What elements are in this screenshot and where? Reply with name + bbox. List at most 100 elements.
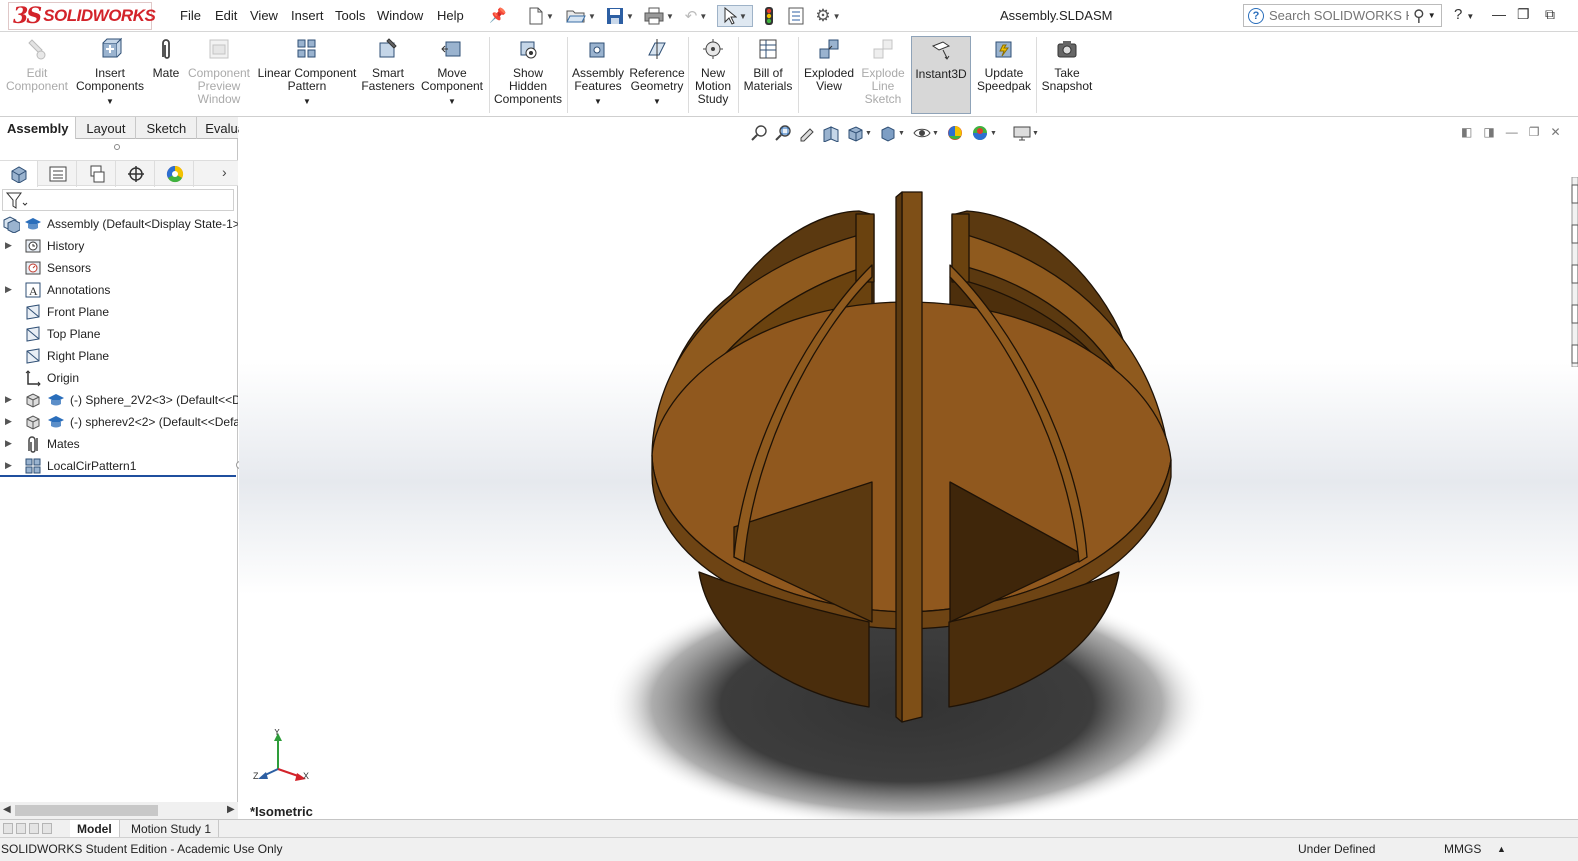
next-tab-arrow-icon[interactable] (29, 823, 39, 834)
save-button[interactable]: ▼ (603, 5, 637, 27)
expand-arrow-icon[interactable]: ▶ (5, 284, 12, 295)
restore-icon: ❐ (1517, 6, 1530, 22)
tree-item-spherev2[interactable]: ▶ (-) spherev2<2> (Default<<Defa (0, 411, 238, 433)
move-component-button[interactable]: Move Component ▼ (419, 36, 485, 114)
display-manager-tab[interactable] (156, 161, 194, 187)
units-status[interactable]: MMGS (1444, 842, 1481, 856)
units-chevron-up-icon[interactable]: ▲ (1497, 844, 1506, 854)
feature-manager-tab[interactable] (0, 161, 38, 187)
tab-model[interactable]: Model (70, 820, 120, 838)
update-speedpak-button[interactable]: Update Speedpak (975, 36, 1033, 114)
edit-component-button[interactable]: Edit Component (4, 36, 70, 114)
menu-file[interactable]: File (180, 8, 201, 23)
component-preview-window-button[interactable]: Component Preview Window (186, 36, 252, 114)
expand-arrow-icon[interactable]: ▶ (5, 240, 12, 251)
open-folder-icon (566, 10, 586, 23)
move-component-label: Move Component (420, 66, 484, 93)
scroll-right-arrow-icon[interactable]: ▶ (227, 804, 235, 815)
tree-item-front-plane[interactable]: Front Plane (0, 301, 238, 323)
scroll-left-arrow-icon[interactable]: ◀ (3, 804, 11, 815)
menu-window[interactable]: Window (377, 8, 423, 23)
new-motion-study-button[interactable]: New Motion Study (691, 36, 735, 114)
last-tab-arrow-icon[interactable] (42, 823, 52, 834)
tree-item-mates[interactable]: ▶ Mates (0, 433, 238, 455)
tab-layout[interactable]: Layout (76, 117, 137, 139)
configuration-manager-tab[interactable] (78, 161, 116, 187)
open-document-button[interactable]: ▼ (563, 5, 599, 27)
move-component-icon (439, 36, 465, 62)
select-button[interactable]: ▼ (717, 5, 753, 27)
rollback-bar[interactable] (0, 475, 236, 477)
options-button[interactable]: ⚙ ▼ (810, 5, 846, 27)
linear-component-pattern-button[interactable]: Linear Component Pattern ▼ (256, 36, 358, 114)
tree-filter-box[interactable] (2, 189, 234, 211)
expand-arrow-icon[interactable]: ▶ (5, 416, 12, 427)
menu-view[interactable]: View (250, 8, 278, 23)
tree-item-annotations[interactable]: ▶ A Annotations (0, 279, 238, 301)
expand-arrow-icon[interactable]: ▶ (5, 460, 12, 471)
file-properties-button[interactable] (785, 5, 807, 27)
linear-pattern-chevron-icon[interactable]: ▼ (303, 95, 311, 108)
new-document-button[interactable]: ▼ (527, 5, 555, 27)
panel-grip-handle[interactable] (114, 144, 120, 150)
menu-insert[interactable]: Insert (291, 8, 324, 23)
cascade-window-button[interactable]: ⧉ (1545, 6, 1555, 23)
show-hidden-components-button[interactable]: Show Hidden Components (492, 36, 564, 114)
move-component-chevron-icon[interactable]: ▼ (448, 95, 456, 108)
reference-geometry-button[interactable]: Reference Geometry ▼ (628, 36, 686, 114)
graduation-cap-icon (47, 391, 65, 409)
smart-fasteners-button[interactable]: Smart Fasteners (360, 36, 416, 114)
ribbon-separator (1036, 37, 1037, 113)
tab-assembly[interactable]: Assembly (0, 117, 77, 139)
tree-item-origin[interactable]: Origin (0, 367, 238, 389)
take-snapshot-button[interactable]: Take Snapshot (1039, 36, 1095, 114)
tree-item-local-cir-pattern[interactable]: ▶ LocalCirPattern1 (0, 455, 238, 477)
restore-window-button[interactable]: ❐ (1517, 6, 1530, 23)
search-options-chevron-icon[interactable]: ▼ (1428, 11, 1436, 20)
pin-menu-icon[interactable]: 📌 (489, 7, 506, 24)
assembly-model-view[interactable] (239, 117, 1578, 819)
undo-button[interactable]: ↶ ▼ (679, 5, 713, 27)
help-search-box[interactable]: ? ⚲ ▼ (1243, 4, 1442, 27)
tree-item-history[interactable]: ▶ History (0, 235, 238, 257)
scrollbar-thumb[interactable] (15, 805, 158, 816)
tree-item-right-plane[interactable]: Right Plane (0, 345, 238, 367)
tab-motion-study-1[interactable]: Motion Study 1 (124, 820, 220, 838)
tree-item-top-plane[interactable]: Top Plane (0, 323, 238, 345)
first-tab-arrow-icon[interactable] (3, 823, 13, 834)
tree-item-sphere-2v2[interactable]: ▶ (-) Sphere_2V2<3> (Default<<D (0, 389, 238, 411)
assembly-features-button[interactable]: Assembly Features ▼ (570, 36, 626, 114)
mate-button[interactable]: Mate (149, 36, 183, 114)
bill-of-materials-button[interactable]: Bill of Materials (741, 36, 795, 114)
insert-components-button[interactable]: Insert Components ▼ (74, 36, 146, 114)
tree-horizontal-scrollbar[interactable]: ◀ ▶ (0, 802, 238, 819)
minimize-window-button[interactable]: — (1492, 6, 1506, 22)
expand-arrow-icon[interactable]: ▶ (5, 438, 12, 449)
panel-more-chevron-icon[interactable]: › (222, 164, 227, 180)
solidworks-logo[interactable]: 3S SOLIDWORKS (8, 2, 156, 30)
help-menu-button[interactable]: ? ▼ (1454, 6, 1474, 23)
graphics-area[interactable]: ▼ ▼ ▼ ▼ ▼ ◧ ◨ — ❐ ✕ Y X Z *Isometric (239, 117, 1578, 819)
print-button[interactable]: ▼ (641, 5, 677, 27)
menu-help[interactable]: Help (437, 8, 464, 23)
menu-edit[interactable]: Edit (215, 8, 237, 23)
assembly-features-chevron-icon[interactable]: ▼ (594, 95, 602, 108)
expand-arrow-icon[interactable]: ▶ (5, 394, 12, 405)
history-icon (24, 237, 42, 255)
previous-tab-arrow-icon[interactable] (16, 823, 26, 834)
help-search-input[interactable] (1269, 8, 1409, 23)
rebuild-button[interactable] (760, 5, 778, 27)
insert-components-chevron-icon[interactable]: ▼ (106, 95, 114, 108)
tree-item-assembly[interactable]: Assembly (Default<Display State-1> (0, 213, 238, 235)
menu-tools[interactable]: Tools (335, 8, 365, 23)
dimxpert-manager-tab[interactable] (117, 161, 155, 187)
search-icon[interactable]: ⚲ (1413, 6, 1425, 26)
exploded-view-button[interactable]: Exploded View (801, 36, 857, 114)
property-manager-tab[interactable] (39, 161, 77, 187)
tab-sketch[interactable]: Sketch (136, 117, 198, 139)
explode-line-sketch-button[interactable]: Explode Line Sketch (858, 36, 908, 114)
coordinate-triad: Y X Z (251, 727, 311, 788)
tree-item-sensors[interactable]: Sensors (0, 257, 238, 279)
reference-geometry-chevron-icon[interactable]: ▼ (653, 95, 661, 108)
instant3d-button[interactable]: Instant3D (911, 36, 971, 114)
